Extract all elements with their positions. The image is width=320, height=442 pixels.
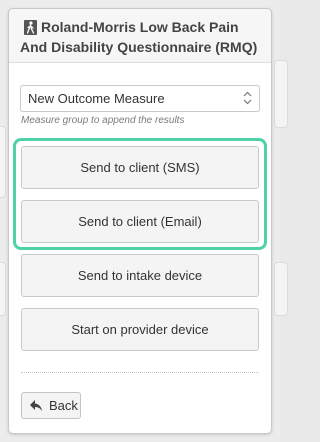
reply-arrow-icon	[29, 399, 43, 412]
background-panel	[274, 60, 288, 128]
popover-title-line1: Roland-Morris Low Back Pain	[41, 19, 239, 35]
back-button[interactable]: Back	[21, 392, 81, 419]
popover-title: Roland-Morris Low Back Pain And Disabili…	[20, 17, 265, 57]
select-arrows-icon	[243, 91, 252, 105]
footer-divider	[21, 372, 259, 373]
background-panel	[274, 262, 288, 316]
send-to-client-email-button[interactable]: Send to client (Email)	[21, 200, 259, 243]
back-button-label: Back	[49, 398, 78, 413]
measure-group-hint: Measure group to append the results	[21, 115, 185, 126]
send-measure-popover: Roland-Morris Low Back Pain And Disabili…	[8, 8, 272, 434]
measure-group-select[interactable]: New Outcome Measure	[20, 85, 260, 112]
popover-header: Roland-Morris Low Back Pain And Disabili…	[9, 9, 271, 63]
measure-group-select-value: New Outcome Measure	[28, 91, 165, 106]
background-panel	[0, 262, 6, 316]
walking-person-icon	[24, 20, 37, 35]
background-panel	[0, 126, 6, 198]
start-on-provider-device-button[interactable]: Start on provider device	[21, 308, 259, 351]
send-to-client-sms-button[interactable]: Send to client (SMS)	[21, 146, 259, 189]
send-to-intake-device-button[interactable]: Send to intake device	[21, 254, 259, 297]
popover-title-line2: And Disability Questionnaire (RMQ)	[20, 39, 258, 55]
